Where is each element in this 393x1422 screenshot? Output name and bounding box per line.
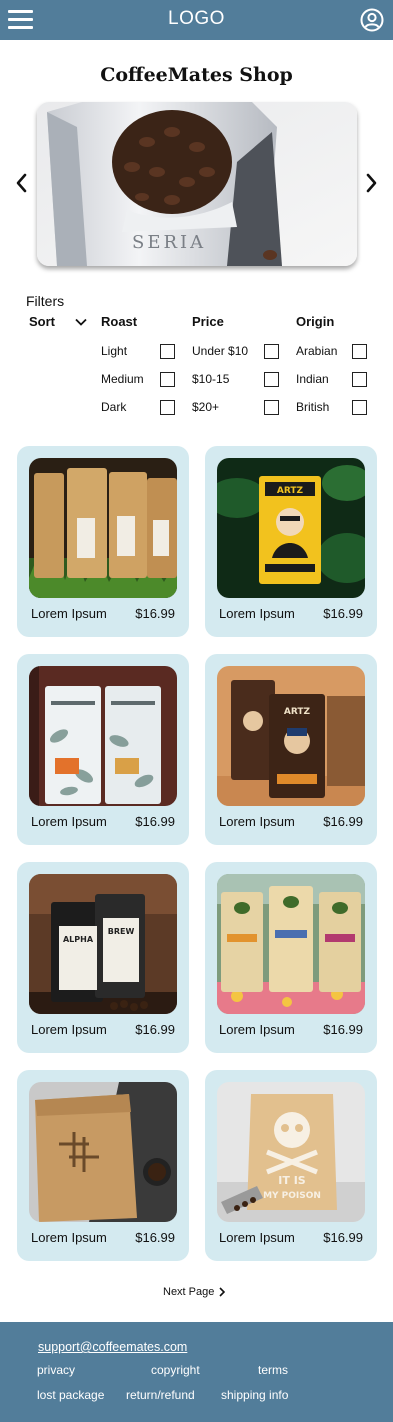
filter-option-light: Light (101, 344, 128, 358)
product-price: $16.99 (135, 1230, 175, 1245)
product-price: $16.99 (323, 814, 363, 829)
filter-option-10-15: $10-15 (192, 372, 230, 386)
product-name: Lorem Ipsum (31, 1230, 107, 1245)
chevron-down-icon (75, 318, 87, 326)
price-heading: Price (192, 314, 224, 329)
filter-option-20-plus: $20+ (192, 400, 220, 414)
checkbox-arabian[interactable] (352, 344, 367, 359)
chevron-right-icon (219, 1287, 226, 1297)
footer-link-shipping-info[interactable]: shipping info (221, 1388, 288, 1402)
filter-option-arabian: Arabian (296, 344, 338, 358)
product-name: Lorem Ipsum (31, 1022, 107, 1037)
svg-text:ARTZ: ARTZ (277, 486, 304, 496)
footer: support@coffeemates.com privacy copyrigh… (0, 1322, 393, 1422)
product-price: $16.99 (135, 606, 175, 621)
checkbox-under-10[interactable] (264, 344, 279, 359)
product-name: Lorem Ipsum (219, 606, 295, 621)
svg-text:ARTZ: ARTZ (284, 707, 311, 717)
checkbox-indian[interactable] (352, 372, 367, 387)
product-card[interactable]: Lorem Ipsum $16.99 (205, 862, 377, 1053)
roast-heading: Roast (101, 314, 138, 329)
origin-heading: Origin (296, 314, 335, 329)
account-icon[interactable] (360, 8, 384, 32)
product-card[interactable]: IT IS MY POISON Lorem Ipsum $16.99 (205, 1070, 377, 1261)
svg-text:SERIA: SERIA (132, 232, 206, 253)
hero-image: SERIA (37, 102, 357, 266)
product-image: ARTZ (217, 666, 365, 806)
product-name: Lorem Ipsum (219, 814, 295, 829)
product-price: $16.99 (323, 1022, 363, 1037)
product-card[interactable]: Lorem Ipsum $16.99 (17, 1070, 189, 1261)
footer-link-copyright[interactable]: copyright (151, 1363, 200, 1377)
support-email-link[interactable]: support@coffeemates.com (38, 1340, 187, 1354)
filter-option-indian: Indian (296, 372, 329, 386)
product-card[interactable]: Lorem Ipsum $16.99 (17, 654, 189, 845)
checkbox-medium[interactable] (160, 372, 175, 387)
footer-link-return-refund[interactable]: return/refund (126, 1388, 195, 1402)
product-price: $16.99 (323, 1230, 363, 1245)
checkbox-10-15[interactable] (264, 372, 279, 387)
svg-text:BREW: BREW (108, 927, 135, 936)
product-image (29, 666, 177, 806)
product-name: Lorem Ipsum (31, 814, 107, 829)
svg-text:IT IS: IT IS (278, 1174, 306, 1187)
checkbox-dark[interactable] (160, 400, 175, 415)
checkbox-20-plus[interactable] (264, 400, 279, 415)
product-name: Lorem Ipsum (31, 606, 107, 621)
product-image: IT IS MY POISON (217, 1082, 365, 1222)
chevron-left-icon[interactable] (14, 172, 28, 194)
checkbox-british[interactable] (352, 400, 367, 415)
footer-link-lost-package[interactable]: lost package (37, 1388, 104, 1402)
page-title: CoffeeMates Shop (100, 64, 293, 86)
filters-label: Filters (26, 293, 65, 309)
product-name: Lorem Ipsum (219, 1022, 295, 1037)
product-image: ALPHA BREW (29, 874, 177, 1014)
next-page-link[interactable]: Next Page (163, 1286, 226, 1298)
product-price: $16.99 (135, 814, 175, 829)
product-name: Lorem Ipsum (219, 1230, 295, 1245)
product-image (217, 874, 365, 1014)
product-price: $16.99 (135, 1022, 175, 1037)
filter-option-british: British (296, 400, 330, 414)
filter-option-under-10: Under $10 (192, 344, 249, 358)
product-image (29, 1082, 177, 1222)
chevron-right-icon[interactable] (365, 172, 379, 194)
product-price: $16.99 (323, 606, 363, 621)
svg-text:ALPHA: ALPHA (63, 935, 94, 944)
footer-link-terms[interactable]: terms (258, 1363, 288, 1377)
sort-dropdown[interactable]: Sort (29, 314, 87, 329)
sort-label: Sort (29, 314, 55, 329)
footer-link-privacy[interactable]: privacy (37, 1363, 75, 1377)
next-page-label: Next Page (163, 1286, 215, 1298)
svg-text:MY POISON: MY POISON (263, 1191, 321, 1201)
logo[interactable]: LOGO (0, 8, 393, 30)
filter-option-medium: Medium (101, 372, 144, 386)
product-card[interactable]: ARTZ Lorem Ipsum $16.99 (205, 446, 377, 637)
product-card[interactable]: Lorem Ipsum $16.99 (17, 446, 189, 637)
product-image (29, 458, 177, 598)
filter-option-dark: Dark (101, 400, 127, 414)
product-card[interactable]: ALPHA BREW Lorem Ipsum $16.99 (17, 862, 189, 1053)
checkbox-light[interactable] (160, 344, 175, 359)
product-card[interactable]: ARTZ Lorem Ipsum $16.99 (205, 654, 377, 845)
product-image: ARTZ (217, 458, 365, 598)
top-bar: LOGO (0, 0, 393, 40)
